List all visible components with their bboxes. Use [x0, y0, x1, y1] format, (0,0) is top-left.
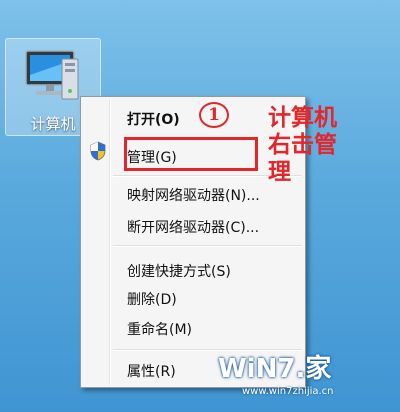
watermark-logo: WiN7.家 — [218, 354, 332, 384]
uac-shield-icon — [90, 141, 106, 161]
menu-item-open[interactable]: 打开(O) — [127, 109, 180, 129]
menu-item-delete[interactable]: 删除(D) — [127, 289, 177, 309]
highlight-box-manage — [124, 137, 258, 171]
computer-monitor-icon — [25, 50, 79, 100]
menu-item-map-network-drive[interactable]: 映射网络驱动器(N)... — [127, 185, 260, 205]
annotation-note: 计算机 右击管 理 — [268, 104, 337, 185]
menu-item-create-shortcut[interactable]: 创建快捷方式(S) — [127, 261, 231, 281]
menu-item-rename[interactable]: 重命名(M) — [127, 319, 192, 339]
menu-separator — [113, 245, 302, 247]
site-watermark: WiN7.家 www.win7zhijia.cn — [214, 348, 394, 406]
menu-item-properties[interactable]: 属性(R) — [127, 361, 176, 381]
step-number-badge: 1 — [199, 102, 229, 128]
menu-item-disconnect-network-drive[interactable]: 断开网络驱动器(C)... — [127, 217, 259, 237]
watermark-url: www.win7zhijia.cn — [242, 386, 334, 397]
